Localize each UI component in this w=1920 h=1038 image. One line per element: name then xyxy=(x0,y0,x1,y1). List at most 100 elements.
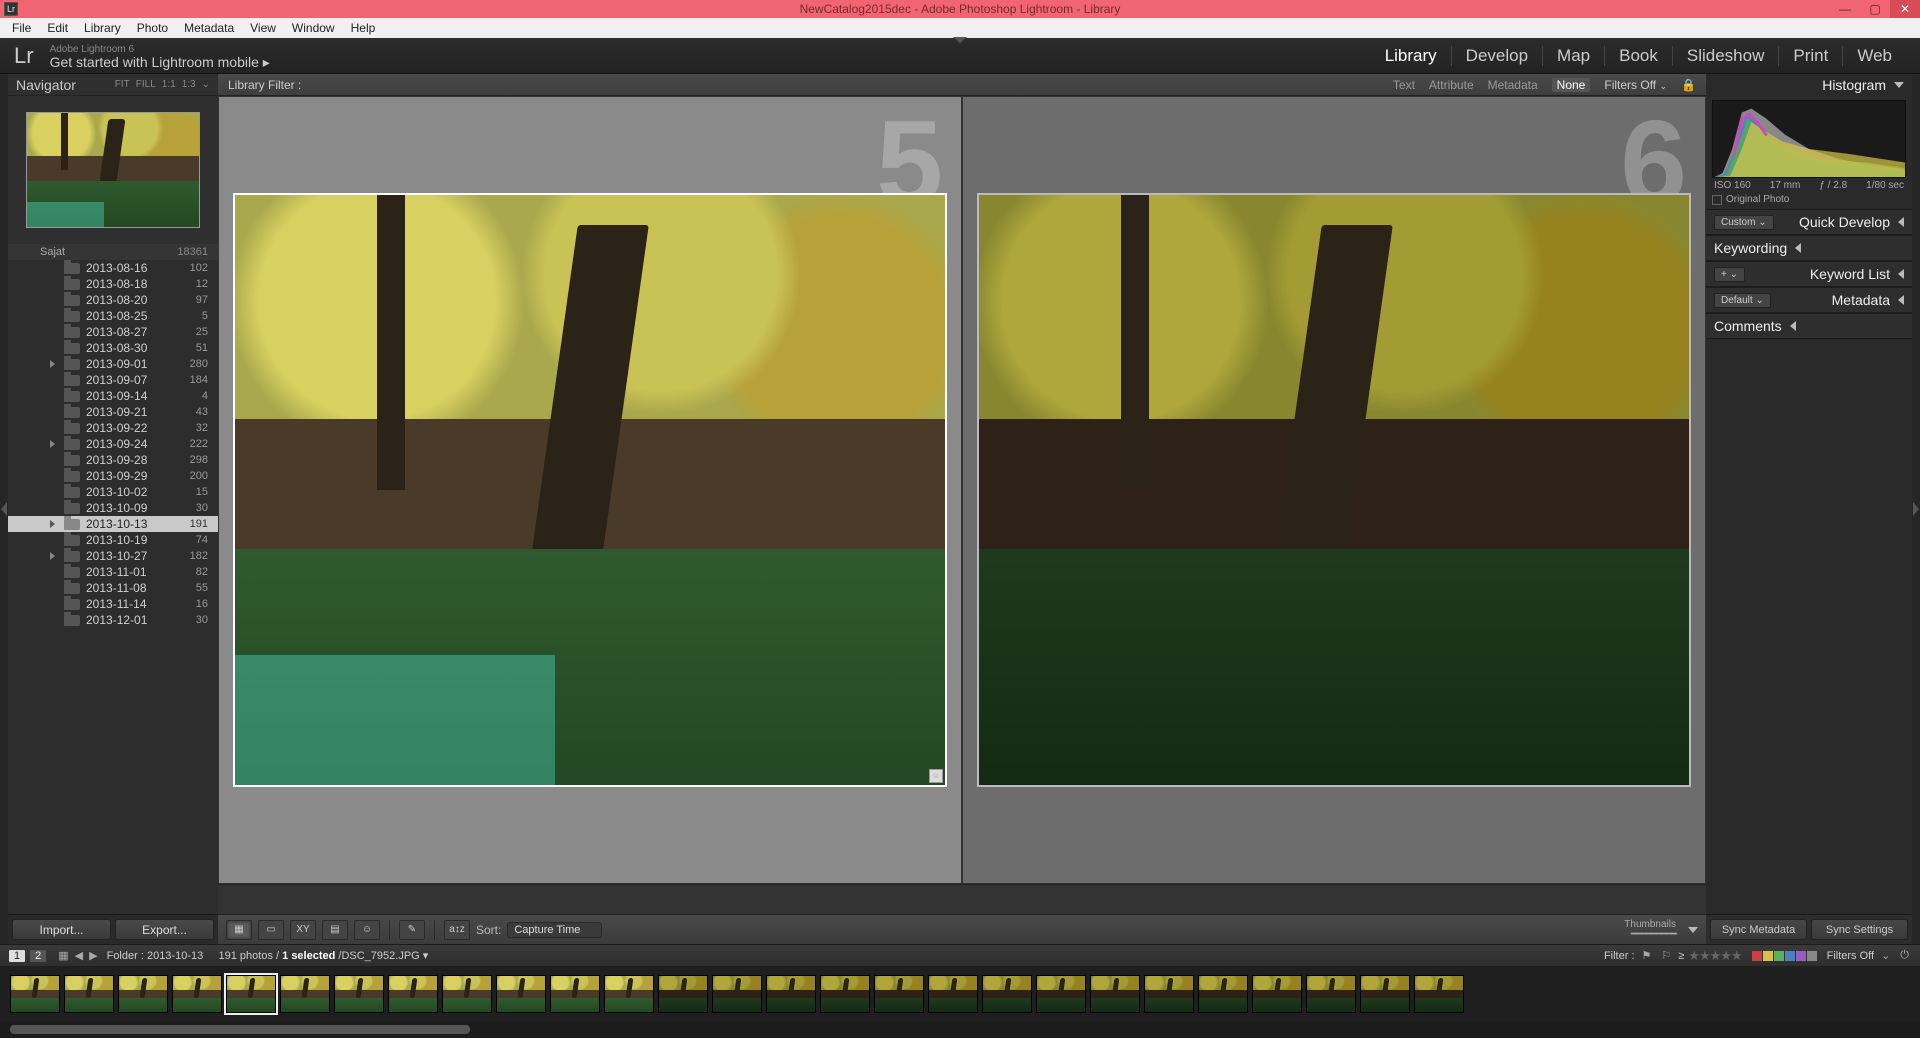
filter-tab-text[interactable]: Text xyxy=(1393,78,1415,92)
expand-icon[interactable] xyxy=(50,360,55,368)
filmstrip-thumb[interactable] xyxy=(388,975,438,1013)
section-preset[interactable]: Default ⌄ xyxy=(1714,293,1771,308)
folder-row[interactable]: 2013-11-1416 xyxy=(8,596,218,612)
sort-select[interactable]: Capture Time xyxy=(507,922,602,938)
filmstrip-thumb[interactable] xyxy=(172,975,222,1013)
grid-icon[interactable]: ▦ xyxy=(58,949,68,962)
thumb-badge-icon[interactable]: ⧉ xyxy=(929,769,943,783)
folder-row[interactable]: 2013-10-0930 xyxy=(8,500,218,516)
color-swatch[interactable] xyxy=(1785,951,1795,961)
filmstrip-thumb[interactable] xyxy=(604,975,654,1013)
nav-fwd-icon[interactable]: ▶ xyxy=(89,949,97,962)
folder-row[interactable]: 2013-10-1974 xyxy=(8,532,218,548)
filmstrip-thumb[interactable] xyxy=(442,975,492,1013)
filter-switch-icon[interactable]: ⏻ xyxy=(1900,949,1909,962)
filter-tab-none[interactable]: None xyxy=(1552,78,1591,92)
filmstrip-thumb[interactable] xyxy=(874,975,924,1013)
menu-library[interactable]: Library xyxy=(76,21,129,35)
sync-settings-button[interactable]: Sync Settings xyxy=(1811,919,1908,940)
color-swatch[interactable] xyxy=(1763,951,1773,961)
filmstrip-thumb[interactable] xyxy=(1090,975,1140,1013)
filmstrip-thumb[interactable] xyxy=(496,975,546,1013)
navigator-zoom-options[interactable]: FITFILL1:11:3⌄ xyxy=(115,79,210,90)
folder-row[interactable]: 2013-11-0855 xyxy=(8,580,218,596)
rating-stars[interactable]: ★★★★★ xyxy=(1688,948,1741,964)
export-button[interactable]: Export... xyxy=(115,919,214,940)
histogram[interactable] xyxy=(1712,100,1906,178)
folder-row[interactable]: 2013-10-27182 xyxy=(8,548,218,564)
view-survey-icon[interactable]: ▤ xyxy=(322,920,348,940)
folder-row[interactable]: 2013-12-0130 xyxy=(8,612,218,628)
filmstrip-thumb[interactable] xyxy=(1414,975,1464,1013)
nav-zoom-1:3[interactable]: 1:3 xyxy=(182,79,196,90)
filmstrip-thumb[interactable] xyxy=(226,975,276,1013)
module-web[interactable]: Web xyxy=(1843,46,1906,66)
filmstrip-thumb[interactable] xyxy=(1252,975,1302,1013)
filter-tab-attribute[interactable]: Attribute xyxy=(1429,78,1474,92)
folder-row[interactable]: 2013-08-16102 xyxy=(8,260,218,276)
checkbox-icon[interactable] xyxy=(1712,195,1722,205)
folder-row[interactable]: 2013-08-1812 xyxy=(8,276,218,292)
expand-icon[interactable] xyxy=(50,552,55,560)
view-loupe-icon[interactable]: ▭ xyxy=(258,920,284,940)
filmstrip-thumb[interactable] xyxy=(658,975,708,1013)
panel-metadata[interactable]: Default ⌄Metadata xyxy=(1706,287,1912,313)
filmstrip-thumb[interactable] xyxy=(820,975,870,1013)
section-preset[interactable]: Custom ⌄ xyxy=(1714,215,1774,230)
window-maximize[interactable]: ▢ xyxy=(1860,0,1890,18)
module-develop[interactable]: Develop xyxy=(1452,46,1543,66)
panel-keyword-list[interactable]: + ⌄Keyword List xyxy=(1706,261,1912,287)
status-filters-off[interactable]: Filters Off xyxy=(1827,950,1874,962)
module-map[interactable]: Map xyxy=(1543,46,1605,66)
filmstrip-thumb[interactable] xyxy=(64,975,114,1013)
collapse-top-icon[interactable] xyxy=(953,37,967,43)
folder-row[interactable]: 2013-09-2143 xyxy=(8,404,218,420)
menu-photo[interactable]: Photo xyxy=(129,21,176,35)
folder-row[interactable]: 2013-09-29200 xyxy=(8,468,218,484)
filmstrip-thumb[interactable] xyxy=(10,975,60,1013)
navigator-header[interactable]: Navigator FITFILL1:11:3⌄ xyxy=(8,74,218,96)
view-compare-icon[interactable]: XY xyxy=(290,920,316,940)
filmstrip-thumb[interactable] xyxy=(712,975,762,1013)
histogram-header[interactable]: Histogram xyxy=(1706,74,1912,96)
sync-metadata-button[interactable]: Sync Metadata xyxy=(1710,919,1807,940)
section-preset[interactable]: + ⌄ xyxy=(1714,267,1745,282)
flag-reject-icon[interactable]: ⚐ xyxy=(1661,949,1671,962)
nav-zoom-fill[interactable]: FILL xyxy=(136,79,156,90)
photo-thumb-5[interactable] xyxy=(233,193,947,787)
folder-root[interactable]: Sajat 18361 xyxy=(8,244,218,260)
module-library[interactable]: Library xyxy=(1371,46,1452,66)
folder-row[interactable]: 2013-11-0182 xyxy=(8,564,218,580)
module-print[interactable]: Print xyxy=(1779,46,1843,66)
filmstrip-thumb[interactable] xyxy=(1198,975,1248,1013)
left-panel-collapse[interactable] xyxy=(0,74,8,944)
original-photo-checkbox[interactable]: Original Photo xyxy=(1706,194,1912,209)
sort-direction-icon[interactable]: a↕z xyxy=(444,920,470,940)
color-label-swatches[interactable] xyxy=(1752,951,1817,961)
folder-row[interactable]: 2013-09-01280 xyxy=(8,356,218,372)
panel-keywording[interactable]: Keywording xyxy=(1706,235,1912,261)
filmstrip-thumb[interactable] xyxy=(1144,975,1194,1013)
expand-icon[interactable] xyxy=(50,520,55,528)
folder-row[interactable]: 2013-08-255 xyxy=(8,308,218,324)
nav-zoom-1:1[interactable]: 1:1 xyxy=(162,79,176,90)
menu-metadata[interactable]: Metadata xyxy=(176,21,242,35)
folder-row[interactable]: 2013-09-07184 xyxy=(8,372,218,388)
identity-tagline[interactable]: Adobe Lightroom 6 Get started with Light… xyxy=(48,43,270,69)
folder-row[interactable]: 2013-08-3051 xyxy=(8,340,218,356)
filmstrip[interactable] xyxy=(0,966,1920,1022)
filter-lock-icon[interactable]: 🔒 xyxy=(1681,78,1696,92)
panel-quick-develop[interactable]: Custom ⌄Quick Develop xyxy=(1706,209,1912,235)
navigator-preview[interactable] xyxy=(26,112,200,228)
secondary-display-toggle[interactable]: 12 xyxy=(8,949,47,963)
grid-cell-6[interactable]: 6 xyxy=(962,96,1706,884)
right-panel-collapse[interactable] xyxy=(1912,74,1920,944)
color-swatch[interactable] xyxy=(1774,951,1784,961)
folder-row[interactable]: 2013-08-2725 xyxy=(8,324,218,340)
import-button[interactable]: Import... xyxy=(12,919,111,940)
panel-comments[interactable]: Comments xyxy=(1706,313,1912,339)
folder-row[interactable]: 2013-10-0215 xyxy=(8,484,218,500)
photo-thumb-6[interactable] xyxy=(977,193,1691,787)
menu-window[interactable]: Window xyxy=(284,21,343,35)
menu-file[interactable]: File xyxy=(4,21,39,35)
